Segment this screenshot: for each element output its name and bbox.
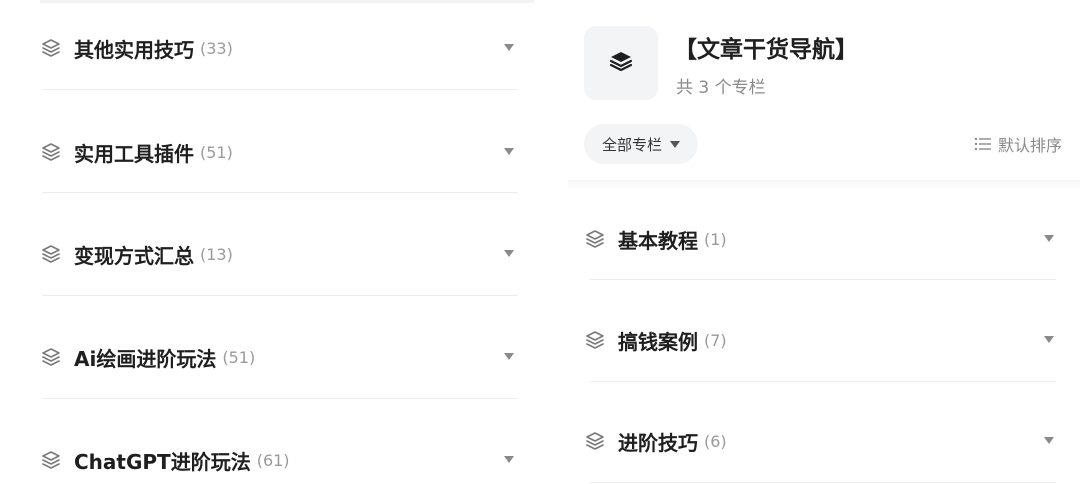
chevron-down-icon[interactable] xyxy=(504,44,514,51)
column-count-subtitle: 共 3 个专栏 xyxy=(676,78,766,98)
column-count: (13) xyxy=(200,244,233,264)
row-divider xyxy=(42,398,518,399)
sort-label: 默认排序 xyxy=(997,136,1062,155)
sort-button[interactable]: 默认排序 xyxy=(974,132,1062,156)
row-divider xyxy=(42,89,518,90)
chevron-down-icon[interactable] xyxy=(1044,336,1054,343)
row-divider xyxy=(590,279,1056,280)
layers-icon xyxy=(40,243,62,265)
page-title: 【文章干货导航】 xyxy=(674,37,858,63)
layers-icon xyxy=(584,430,606,452)
column-row-ai-drawing[interactable]: Ai绘画进阶玩法 (51) xyxy=(40,337,518,377)
layers-icon xyxy=(584,329,606,351)
filter-label: 全部专栏 xyxy=(602,135,663,154)
column-count: (61) xyxy=(256,450,290,470)
top-edge-divider xyxy=(40,0,534,3)
column-count: (6) xyxy=(704,431,727,451)
header-shadow xyxy=(568,180,1080,190)
column-count: (7) xyxy=(704,330,727,350)
all-columns-filter[interactable]: 全部专栏 xyxy=(584,124,699,164)
row-divider xyxy=(42,192,518,193)
layers-icon xyxy=(606,46,636,80)
chevron-down-icon[interactable] xyxy=(1044,437,1054,444)
column-title: 变现方式汇总 xyxy=(74,243,194,268)
column-title: 基本教程 xyxy=(618,228,698,253)
column-row-advanced-tips[interactable]: 进阶技巧 (6) xyxy=(584,421,1058,461)
column-title: 其他实用技巧 xyxy=(74,37,194,62)
chevron-down-icon[interactable] xyxy=(504,148,514,155)
header-icon-box xyxy=(584,26,658,100)
column-row-basic-tutorial[interactable]: 基本教程 (1) xyxy=(584,219,1058,259)
row-divider xyxy=(42,295,518,296)
layers-icon xyxy=(40,346,62,368)
layers-icon xyxy=(40,141,62,163)
column-title: Ai绘画进阶玩法 xyxy=(74,346,217,371)
column-title: 实用工具插件 xyxy=(74,141,194,166)
column-row-other-tips[interactable]: 其他实用技巧 (33) xyxy=(40,28,518,68)
chevron-down-icon[interactable] xyxy=(504,456,514,463)
column-row-chatgpt[interactable]: ChatGPT进阶玩法 (61) xyxy=(40,440,518,480)
layers-icon xyxy=(40,37,62,59)
layers-icon xyxy=(584,228,606,250)
chevron-down-icon[interactable] xyxy=(1044,235,1054,242)
column-row-monetization[interactable]: 变现方式汇总 (13) xyxy=(40,234,518,274)
row-divider xyxy=(590,482,1056,483)
column-count: (1) xyxy=(704,229,727,249)
column-row-money-cases[interactable]: 搞钱案例 (7) xyxy=(584,320,1058,360)
column-title: ChatGPT进阶玩法 xyxy=(74,449,251,474)
column-title: 进阶技巧 xyxy=(618,430,698,455)
right-column-panel: 【文章干货导航】 共 3 个专栏 全部专栏 默认排序 基本教程 (1) 搞钱案例… xyxy=(568,0,1080,484)
list-icon xyxy=(974,136,992,152)
column-navigation-page: 其他实用技巧 (33) 实用工具插件 (51) 变现方式汇总 (13) Ai绘画… xyxy=(0,0,1080,484)
layers-icon xyxy=(40,449,62,471)
chevron-down-icon xyxy=(670,140,681,148)
column-count: (51) xyxy=(222,347,256,367)
column-row-tools-plugins[interactable]: 实用工具插件 (51) xyxy=(40,132,518,172)
chevron-down-icon[interactable] xyxy=(504,250,514,257)
left-column-list: 其他实用技巧 (33) 实用工具插件 (51) 变现方式汇总 (13) Ai绘画… xyxy=(0,0,540,484)
chevron-down-icon[interactable] xyxy=(504,353,514,360)
column-count: (33) xyxy=(200,38,233,58)
row-divider xyxy=(590,381,1056,382)
column-title: 搞钱案例 xyxy=(618,329,698,354)
column-count: (51) xyxy=(200,142,233,162)
